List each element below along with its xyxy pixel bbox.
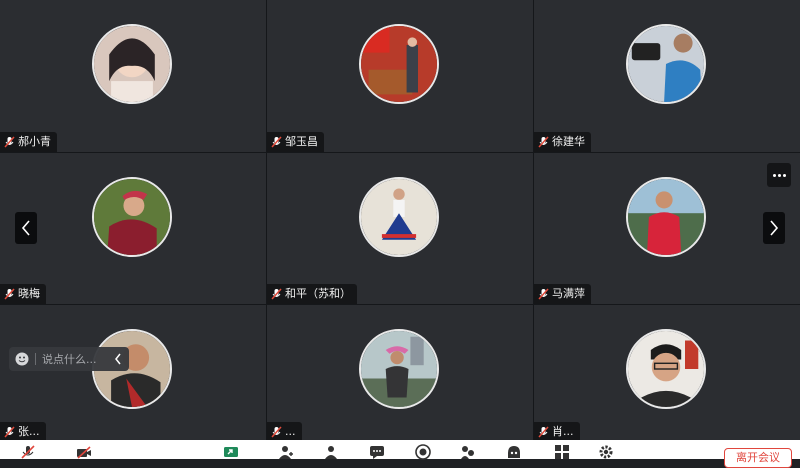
participant-avatar [359,329,439,409]
participant-avatar [92,177,172,257]
participant-avatar [626,177,706,257]
participant-nameplate: 和平（苏和） [267,284,357,304]
participant-name: 和平（苏和） [285,287,351,300]
participant-tile[interactable]: 晓梅 [0,153,266,304]
camera-off-icon[interactable] [76,444,92,460]
participant-tile[interactable]: 邹玉昌 [267,0,533,152]
participant-name: 邹玉昌 [285,135,318,148]
participant-name: 肖... [552,425,574,438]
participant-avatar [626,24,706,104]
participant-name: 马满萍 [552,287,585,300]
participants-icon[interactable] [323,444,339,460]
mic-muted-icon [538,136,549,148]
settings-gear-icon[interactable] [598,444,614,460]
reactions-icon[interactable] [506,444,522,460]
participant-tile[interactable]: 肖... [534,305,800,442]
participant-avatar [626,329,706,409]
mic-off-icon[interactable] [20,444,36,460]
participant-tile[interactable]: 徐建华 [534,0,800,152]
participant-tile[interactable]: 郝小青 [0,0,266,152]
more-options-button[interactable] [767,163,791,187]
mic-muted-icon [271,288,282,300]
participant-nameplate: 邹玉昌 [267,132,324,152]
chevron-left-icon[interactable] [113,352,123,366]
mic-muted-icon [538,426,549,438]
leave-meeting-button[interactable]: 离开会议 [724,448,792,468]
next-page-button[interactable] [763,212,785,244]
participant-nameplate: 肖... [534,422,580,442]
participant-nameplate: ... [267,422,302,442]
previous-page-button[interactable] [15,212,37,244]
chevron-right-icon [770,220,779,236]
mic-muted-icon [538,288,549,300]
participant-name: 晓梅 [18,287,40,300]
participant-name: 张... [18,425,40,438]
share-screen-icon[interactable] [223,444,239,460]
participant-nameplate: 晓梅 [0,284,46,304]
breakout-rooms-icon[interactable] [460,444,476,460]
participant-avatar [359,177,439,257]
mic-muted-icon [271,136,282,148]
participant-name: 郝小青 [18,135,51,148]
participant-nameplate: 马满萍 [534,284,591,304]
participant-name: ... [285,425,296,438]
mic-muted-icon [271,426,282,438]
participant-tile[interactable]: 马满萍 [534,153,800,304]
participant-avatar [359,24,439,104]
bottom-toolbar [0,440,800,460]
participant-tile[interactable]: 张... [0,305,266,442]
chat-input-bar[interactable]: 说点什么... [9,347,129,371]
record-icon[interactable] [415,444,431,460]
participant-nameplate: 张... [0,422,46,442]
emoji-icon[interactable] [15,352,29,366]
participant-name: 徐建华 [552,135,585,148]
mic-muted-icon [4,136,15,148]
participant-nameplate: 郝小青 [0,132,57,152]
dot [782,173,786,177]
participant-tile[interactable]: ... [267,305,533,442]
participant-nameplate: 徐建华 [534,132,591,152]
apps-icon[interactable] [554,444,570,460]
dot [777,173,781,177]
participant-tile[interactable]: 和平（苏和） [267,153,533,304]
participant-avatar [92,24,172,104]
invite-icon[interactable] [278,444,294,460]
participant-grid: 郝小青 邹玉昌 徐建华 晓梅 和平（苏和） 马满萍 张... ... 肖... [0,0,800,442]
mic-muted-icon [4,288,15,300]
chat-icon[interactable] [369,444,385,460]
chat-placeholder: 说点什么... [42,353,97,366]
dot [772,173,776,177]
divider [35,353,36,365]
mic-muted-icon [4,426,15,438]
chevron-left-icon [21,220,30,236]
